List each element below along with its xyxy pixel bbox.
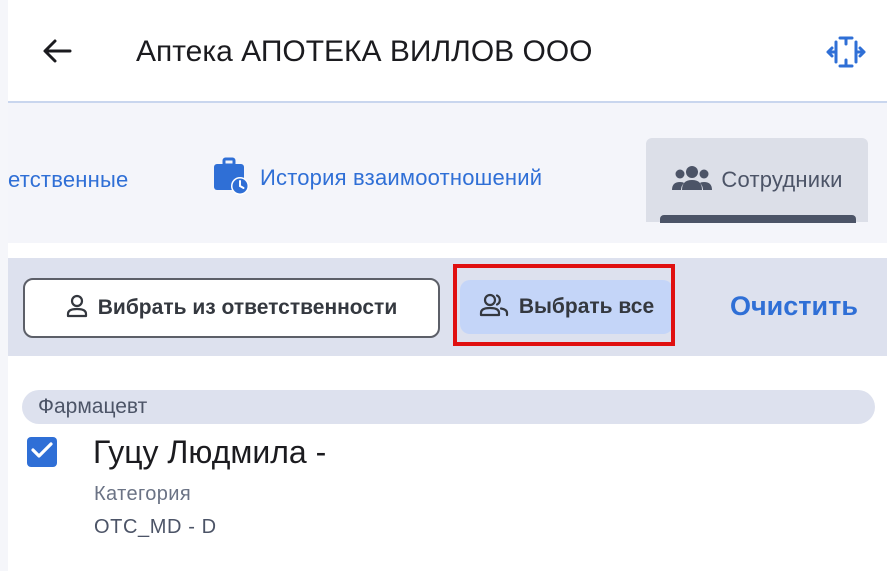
- tab-employees-label: Сотрудники: [721, 167, 843, 192]
- tabs-bar: етственные История взаимоотношений Сотру…: [8, 103, 887, 243]
- selection-toolbar: Вибрать из ответственности Выбрать все О…: [8, 258, 887, 356]
- select-from-responsibility-button[interactable]: Вибрать из ответственности: [23, 278, 440, 338]
- tab-responsible-label: етственные: [8, 167, 129, 192]
- people-outline-icon: [479, 293, 509, 322]
- select-all-button[interactable]: Выбрать все: [460, 280, 673, 334]
- users-group-icon: [671, 165, 713, 196]
- group-label: Фармацевт: [38, 395, 148, 418]
- briefcase-clock-icon: [212, 156, 250, 201]
- select-from-responsibility-label: Вибрать из ответственности: [97, 296, 398, 319]
- tab-relationship-history-label: История взаимоотношений: [260, 165, 543, 190]
- category-label: Категория: [94, 483, 192, 505]
- tab-employees[interactable]: Сотрудники: [646, 138, 868, 222]
- employee-name: Гуцу Людмила -: [93, 434, 327, 470]
- expand-arrows-icon: [825, 34, 867, 75]
- select-all-label: Выбрать все: [518, 295, 655, 318]
- tab-active-indicator: [660, 215, 856, 223]
- expand-button[interactable]: [824, 34, 868, 74]
- group-header: Фармацевт: [22, 390, 875, 424]
- employee-checkbox[interactable]: [27, 437, 57, 467]
- back-button[interactable]: [36, 32, 78, 74]
- clear-label: Очистить: [730, 290, 858, 321]
- category-value: OTC_MD - D: [94, 516, 217, 538]
- clear-button[interactable]: Очистить: [730, 286, 858, 326]
- tab-responsible[interactable]: етственные: [8, 161, 128, 199]
- page-title: Аптека АПОТЕКА ВИЛЛОВ ООО: [136, 35, 593, 68]
- left-edge: [0, 0, 8, 571]
- person-outline-icon: [66, 294, 88, 323]
- arrow-left-icon: [42, 38, 72, 69]
- checkmark-icon: [31, 441, 53, 464]
- tab-relationship-history[interactable]: История взаимоотношений: [212, 155, 542, 201]
